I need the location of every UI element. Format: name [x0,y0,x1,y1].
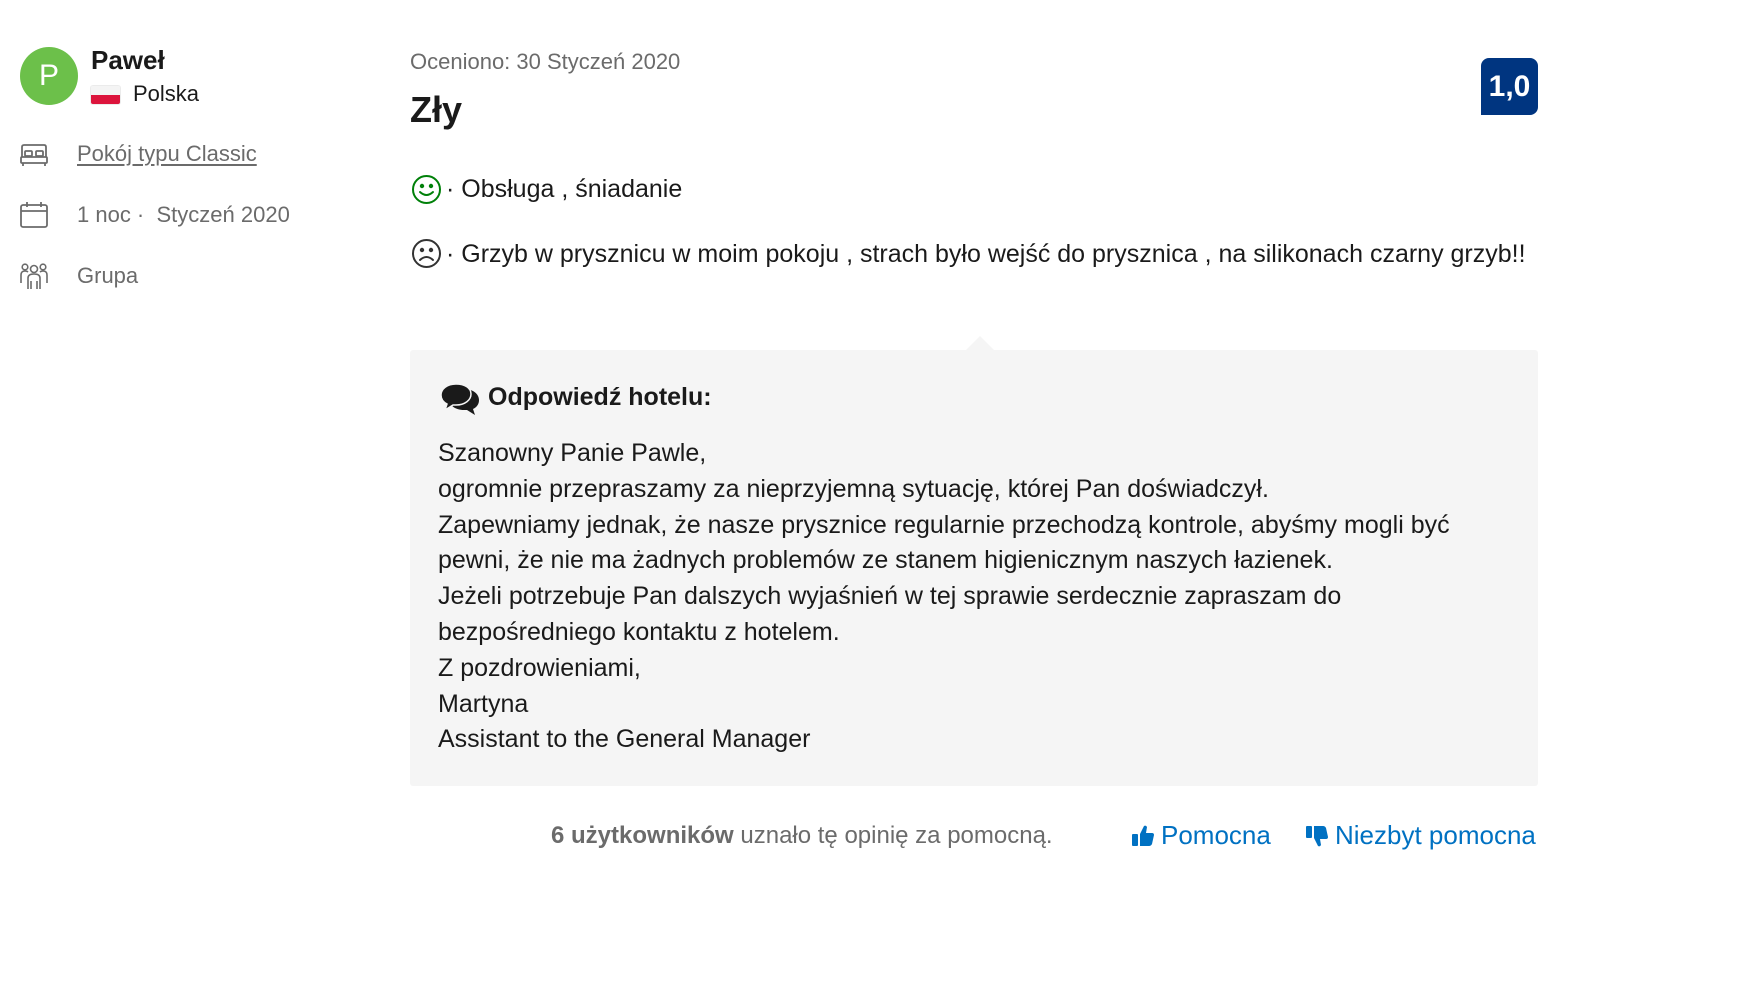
room-type-link[interactable]: Pokój typu Classic [77,141,257,167]
avatar: P [20,47,78,105]
helpful-button[interactable]: Pomocna [1131,820,1271,851]
reviewer-country: Polska [133,81,200,106]
response-heading: Odpowiedź hotelu: [488,383,712,411]
response-line: Szanowny Panie Pawle, [438,439,707,467]
helpful-count-text: 6 użytkowników uznało tę opinię za pomoc… [551,822,1053,850]
response-caret [966,336,994,350]
thumbs-down-icon [1305,824,1329,848]
stay-duration: 1 noc · Styczeń 2020 [77,202,290,228]
reviewer-name: Paweł [91,45,165,75]
thumbs-up-icon [1131,824,1155,848]
response-line: Z pozdrowieniami, [438,653,641,682]
calendar-icon [19,200,49,230]
score-badge: 1,0 [1481,58,1538,115]
speech-bubbles-icon [440,383,480,417]
helpful-count: 6 użytkowników [551,822,734,849]
review-title: Zły [410,89,463,130]
nights-count: 1 noc · [77,202,145,227]
response-body: Szanowny Panie Pawle, ogromnie przeprasz… [438,436,1513,758]
helpful-label: Pomocna [1161,820,1271,850]
response-line: Zapewniamy jednak, że nasze prysznice re… [438,510,1450,575]
stay-date: Styczeń 2020 [156,202,290,227]
not-helpful-button[interactable]: Niezbyt pomocna [1305,820,1536,851]
group-icon [19,261,49,291]
response-line: ogromnie przepraszamy za nieprzyjemną sy… [438,474,1269,503]
response-line: Martyna [438,689,529,718]
review-date: Oceniono: 30 Styczeń 2020 [410,49,681,74]
poland-flag-icon [91,86,120,104]
not-helpful-label: Niezbyt pomocna [1335,820,1536,850]
review-negative: · Grzyb w prysznicu w moim pokoju , stra… [446,240,1526,268]
bed-icon [19,140,49,170]
response-line: Jeżeli potrzebuje Pan dalszych wyjaśnień… [438,582,1342,646]
response-line: Assistant to the General Manager [438,725,811,754]
helpful-suffix: uznało tę opinię za pomocną. [740,822,1053,849]
traveler-type: Grupa [77,263,139,288]
review-positive: · Obsługa , śniadanie [446,175,683,203]
